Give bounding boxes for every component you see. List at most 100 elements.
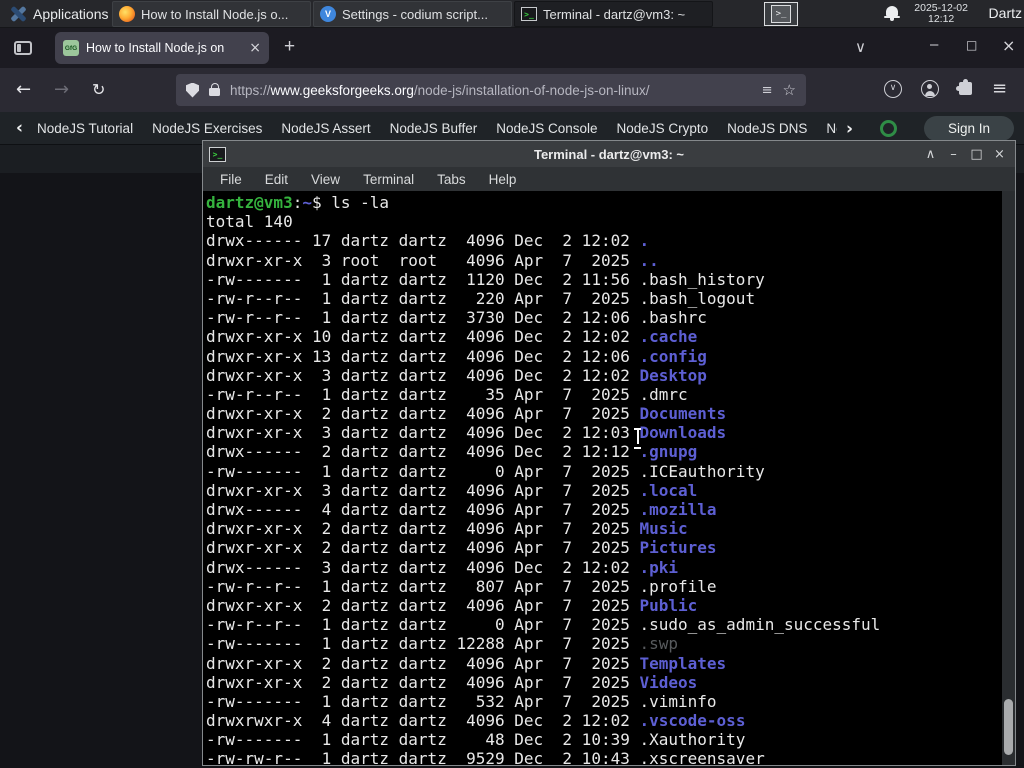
lock-icon[interactable]	[209, 83, 220, 96]
reader-mode-icon[interactable]: ≡	[762, 83, 773, 98]
nav-next-chevron-icon[interactable]: ›	[846, 119, 853, 139]
xfce-top-panel: Applications ≡ How to Install Node.js o.…	[0, 0, 1024, 28]
forward-icon[interactable]: →	[54, 79, 69, 100]
search-icon[interactable]	[880, 120, 897, 137]
terminal-line: drwxr-xr-x 2 dartz dartz 4096 Apr 7 2025…	[206, 538, 717, 558]
nav-link[interactable]: NodeJS Buffer	[390, 121, 478, 136]
nav-link[interactable]: NodeJS Tutorial	[37, 121, 133, 136]
sign-in-button[interactable]: Sign In	[924, 116, 1014, 141]
applications-menu-button[interactable]: Applications ≡	[4, 0, 129, 28]
tab-title: How to Install Node.js on	[86, 41, 225, 55]
terminal-close-button[interactable]: ×	[988, 147, 1011, 162]
terminal-line: drwxr-xr-x 2 dartz dartz 4096 Apr 7 2025…	[206, 404, 727, 424]
terminal-line: drwxr-xr-x 3 root root 4096 Apr 7 2025 .…	[206, 250, 659, 270]
terminal-line: -rw-r--r-- 1 dartz dartz 807 Apr 7 2025 …	[206, 576, 717, 596]
terminal-line: drwx------ 17 dartz dartz 4096 Dec 2 12:…	[206, 231, 650, 251]
site-nav-links: NodeJS Tutorial NodeJS Exercises NodeJS As…	[37, 121, 837, 136]
terminal-menu-help[interactable]: Help	[489, 172, 517, 187]
terminal-titlebar[interactable]: >_ Terminal - dartz@vm3: ~ ∧ – □ ×	[203, 141, 1015, 167]
terminal-content[interactable]: dartz@vm3:~$ ls -la total 140 drwx------ 1…	[203, 191, 1015, 765]
reload-icon[interactable]: ↻	[92, 80, 105, 99]
url-path: /node-js/installation-of-node-js-on-linu…	[413, 82, 650, 98]
taskbar-button-terminal[interactable]: >_ Terminal - dartz@vm3: ~	[514, 1, 713, 27]
terminal-output: dartz@vm3:~$ ls -la total 140 drwx------ 1…	[206, 193, 880, 765]
terminal-icon: >_	[521, 7, 537, 21]
terminal-scrollbar-track[interactable]	[1002, 191, 1015, 765]
terminal-menu-edit[interactable]: Edit	[265, 172, 288, 187]
terminal-line: -rw-rw-r-- 1 dartz dartz 9529 Dec 2 10:4…	[206, 749, 765, 765]
taskbar-button-firefox[interactable]: How to Install Node.js o...	[112, 1, 311, 27]
url-bar[interactable]: https://www.geeksforgeeks.org/node-js/in…	[176, 74, 806, 106]
browser-maximize-button[interactable]: □	[966, 38, 977, 52]
firefox-toolbar: ← → ↻ https://www.geeksforgeeks.org/node…	[0, 68, 1024, 112]
pocket-icon[interactable]: ∨	[884, 80, 902, 98]
terminal-minimize-button[interactable]: –	[942, 147, 965, 162]
terminal-line: dartz@vm3:~$ ls -la	[206, 193, 390, 212]
bell-clapper	[890, 18, 894, 21]
terminal-line: -rw------- 1 dartz dartz 0 Apr 7 2025 .I…	[206, 461, 765, 481]
terminal-line: drwxr-xr-x 2 dartz dartz 4096 Apr 7 2025…	[206, 653, 727, 673]
firefox-view-icon[interactable]	[14, 41, 32, 55]
terminal-line: -rw-r--r-- 1 dartz dartz 3730 Dec 2 12:0…	[206, 308, 707, 328]
firefox-tab-bar: GfG How to Install Node.js on × + ∨ – □ …	[0, 28, 1024, 68]
applications-logo-icon	[10, 6, 26, 22]
clock-time: 12:12	[928, 13, 955, 25]
terminal-line: -rw-r--r-- 1 dartz dartz 35 Apr 7 2025 .…	[206, 384, 688, 404]
browser-close-button[interactable]: ×	[1002, 36, 1015, 55]
new-tab-button[interactable]: +	[284, 36, 295, 58]
tray-terminal-icon[interactable]: >_	[764, 2, 798, 26]
terminal-line: -rw------- 1 dartz dartz 532 Apr 7 2025 …	[206, 691, 717, 711]
terminal-line: drwxrwxr-x 4 dartz dartz 4096 Dec 2 12:0…	[206, 711, 746, 731]
bookmark-star-icon[interactable]: ☆	[783, 81, 796, 99]
terminal-maximize-button[interactable]: □	[965, 147, 988, 162]
nav-prev-chevron-icon[interactable]: ‹	[16, 118, 23, 138]
back-icon[interactable]: ←	[16, 79, 31, 100]
extensions-icon[interactable]	[956, 79, 972, 95]
nav-link[interactable]: NodeJS Console	[496, 121, 597, 136]
terminal-line: total 140	[206, 212, 293, 232]
notification-bell-icon[interactable]	[884, 6, 900, 23]
terminal-line: drwxr-xr-x 2 dartz dartz 4096 Apr 7 2025…	[206, 519, 688, 539]
list-all-tabs-icon[interactable]: ∨	[855, 38, 866, 56]
tab-close-icon[interactable]: ×	[249, 40, 261, 56]
desktop: Applications ≡ How to Install Node.js o.…	[0, 0, 1024, 768]
gfg-favicon-icon: GfG	[63, 40, 79, 56]
ibeam-mouse-cursor	[633, 428, 642, 449]
terminal-title: Terminal - dartz@vm3: ~	[533, 146, 685, 162]
nav-link[interactable]: NodeJS Assert	[281, 121, 370, 136]
panel-tasklist: How to Install Node.js o... V Settings - c…	[112, 1, 713, 27]
taskbar-button-codium[interactable]: V Settings - codium script...	[313, 1, 512, 27]
nav-link[interactable]: NodeJS DNS	[727, 121, 807, 136]
nav-link[interactable]: NodeJS Crypto	[617, 121, 709, 136]
terminal-menubar: File Edit View Terminal Tabs Help	[203, 167, 1015, 191]
taskbar-button-label: Terminal - dartz@vm3: ~	[543, 6, 686, 22]
browser-minimize-button[interactable]: –	[930, 36, 938, 53]
terminal-line: -rw------- 1 dartz dartz 12288 Apr 7 202…	[206, 634, 679, 654]
terminal-line: drwx------ 3 dartz dartz 4096 Dec 2 12:0…	[206, 557, 679, 577]
terminal-scrollbar-thumb[interactable]	[1004, 699, 1013, 755]
terminal-window: >_ Terminal - dartz@vm3: ~ ∧ – □ × File E…	[202, 140, 1016, 766]
terminal-menu-view[interactable]: View	[311, 172, 340, 187]
terminal-line: -rw------- 1 dartz dartz 1120 Dec 2 11:5…	[206, 269, 765, 289]
tracking-shield-icon[interactable]	[186, 82, 199, 98]
browser-tab-active[interactable]: GfG How to Install Node.js on ×	[55, 32, 269, 64]
terminal-line: drwxr-xr-x 3 dartz dartz 4096 Dec 2 12:0…	[206, 423, 727, 443]
url-protocol: https://	[230, 82, 271, 98]
terminal-shade-button[interactable]: ∧	[919, 147, 942, 162]
bell-dome	[886, 6, 898, 16]
url-text: https://www.geeksforgeeks.org/node-js/in…	[230, 83, 752, 98]
terminal-line: drwxr-xr-x 10 dartz dartz 4096 Dec 2 12:…	[206, 327, 698, 347]
account-icon[interactable]	[921, 80, 939, 98]
terminal-menu-tabs[interactable]: Tabs	[437, 172, 466, 187]
terminal-line: -rw------- 1 dartz dartz 48 Dec 2 10:39 …	[206, 730, 746, 750]
terminal-line: drwx------ 4 dartz dartz 4096 Apr 7 2025…	[206, 500, 717, 519]
terminal-window-controls: ∧ – □ ×	[919, 141, 1011, 167]
firefox-icon	[119, 6, 135, 22]
terminal-line: drwxr-xr-x 2 dartz dartz 4096 Apr 7 2025…	[206, 595, 698, 615]
panel-clock[interactable]: 2025-12-02 12:12	[914, 3, 968, 25]
nav-link[interactable]: NodeJS Exercises	[152, 121, 262, 136]
hamburger-menu-icon[interactable]: ≡	[992, 78, 1007, 99]
terminal-menu-terminal[interactable]: Terminal	[363, 172, 414, 187]
terminal-menu-file[interactable]: File	[220, 172, 242, 187]
nav-link[interactable]: Node	[826, 121, 837, 136]
